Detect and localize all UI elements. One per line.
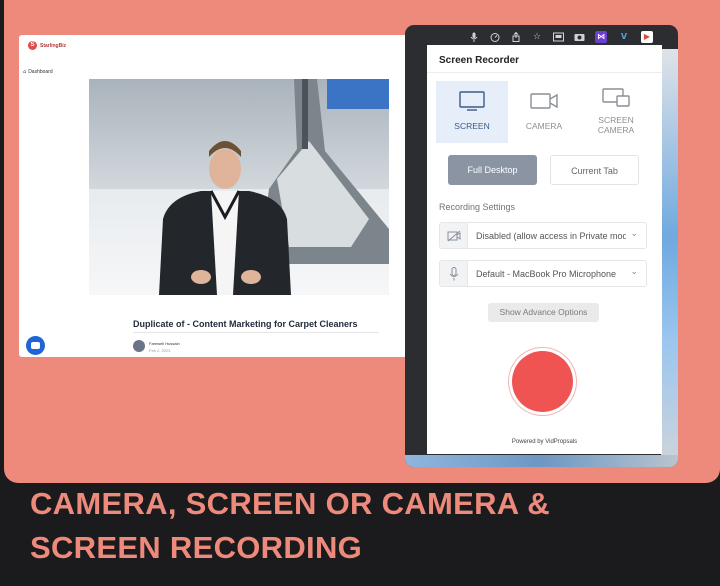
tab-camera[interactable]: CAMERA [508,81,580,143]
panel-title: Screen Recorder [439,55,520,66]
stage: S StarlingBiz ⌂ Dashboard Duplicate of -… [0,0,720,586]
monitor-icon [459,91,485,111]
record-button[interactable] [512,351,573,412]
author-name: Farewell Hussain [149,341,180,346]
microphone-select[interactable]: Default - MacBook Pro Microphone ⌄ [439,260,647,287]
vidextension-icon[interactable]: ⋈ [595,31,607,43]
screen-recorder-panel: Screen Recorder SCREEN CAMERA SCREEN CAM… [427,45,662,454]
camera-select-value: Disabled (allow access in Private mode) [476,231,626,241]
screen-camera-icon [602,88,630,107]
video-player[interactable] [89,79,389,295]
chevron-down-icon: ⌄ [630,229,638,239]
cast-icon[interactable] [553,32,564,42]
tab-screen-camera-label: SCREEN CAMERA [597,115,635,135]
current-tab-button[interactable]: Current Tab [550,155,639,185]
camera-icon[interactable] [574,32,585,42]
star-icon[interactable]: ☆ [532,32,542,42]
mic-icon[interactable] [469,32,479,42]
divider [133,332,379,333]
show-advance-options-button[interactable]: Show Advance Options [488,303,599,322]
chat-icon [31,342,40,349]
tab-camera-label: CAMERA [525,121,563,131]
nav-dashboard[interactable]: ⌂ Dashboard [23,69,53,75]
tab-screen[interactable]: SCREEN [436,81,508,143]
vimeo-icon[interactable]: V [618,31,630,43]
web-app-window: S StarlingBiz ⌂ Dashboard Duplicate of -… [19,35,411,357]
nav-dashboard-label: Dashboard [28,69,53,75]
brand-logo[interactable]: S StarlingBiz [28,41,66,50]
divider [427,72,662,73]
video-scene [159,79,389,295]
microphone-select-value: Default - MacBook Pro Microphone [476,269,617,279]
brand-name: StarlingBiz [40,42,67,49]
microphone-icon [440,261,468,286]
home-icon: ⌂ [23,69,27,75]
page-background-bottom [405,455,678,467]
powered-by: Powered by VidPropsals [511,439,578,445]
video-camera-icon [530,93,558,109]
brand-icon: S [28,41,37,50]
camera-off-icon [440,223,468,248]
author-date: Feb 2, 2023 [149,348,171,353]
share-icon[interactable] [511,31,521,42]
headline-line-1: CAMERA, SCREEN OR CAMERA & [30,486,550,521]
tab-screen-camera[interactable]: SCREEN CAMERA [580,81,652,143]
tab-screen-label: SCREEN [454,121,490,131]
speed-icon[interactable] [490,32,500,42]
play-icon[interactable]: ▶ [641,31,653,43]
full-desktop-button[interactable]: Full Desktop [448,155,537,185]
recording-settings-label: Recording Settings [439,202,516,212]
chat-button[interactable] [26,336,45,355]
video-title: Duplicate of - Content Marketing for Car… [133,319,358,329]
chevron-down-icon: ⌄ [630,267,638,277]
page-background-strip [661,49,678,467]
avatar[interactable] [133,340,145,352]
headline-line-2: SCREEN RECORDING [30,530,363,565]
camera-select[interactable]: Disabled (allow access in Private mode) … [439,222,647,249]
